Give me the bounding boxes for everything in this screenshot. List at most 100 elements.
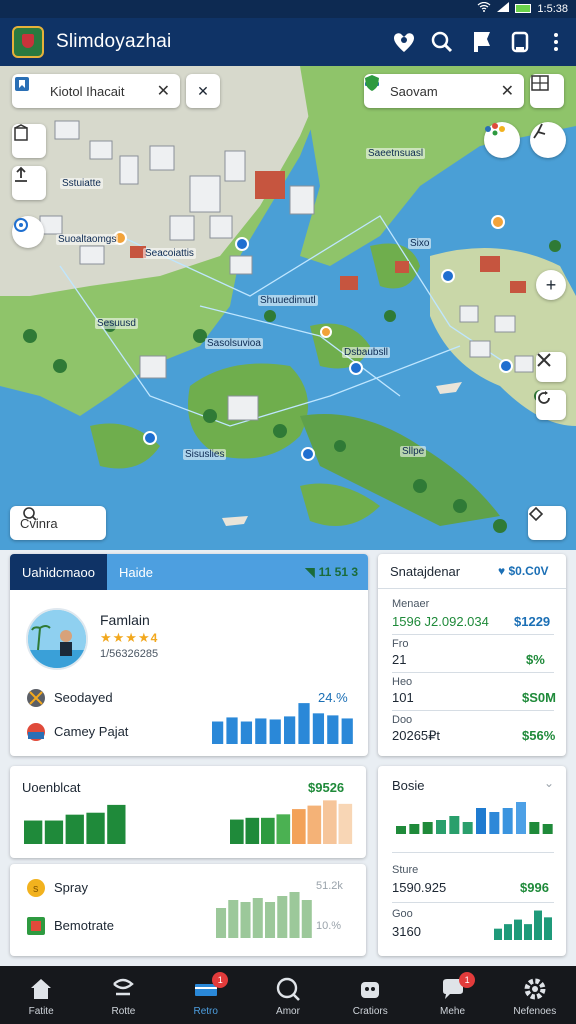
map-place-label[interactable]: Seacoiattis bbox=[143, 248, 196, 259]
colored-dots-icon bbox=[485, 123, 505, 136]
map-place-label[interactable]: Sasolsuvioa bbox=[205, 338, 263, 349]
add-marker-button[interactable]: + bbox=[536, 270, 566, 300]
tab-value-text: 11 51 3 bbox=[318, 565, 358, 579]
wifi-icon bbox=[477, 1, 491, 15]
clipboard-icon[interactable] bbox=[506, 28, 534, 56]
map-place-label[interactable]: Dsbaubsll bbox=[342, 347, 390, 358]
chart-bar bbox=[276, 814, 291, 844]
map-search-box[interactable]: Kiotol Ihacait ✕ bbox=[12, 74, 180, 108]
grid-map-icon bbox=[531, 75, 549, 91]
chart-bar bbox=[516, 802, 526, 834]
stats-bottom-bar-chart bbox=[494, 910, 552, 940]
nav-item-creators[interactable]: Cratiors bbox=[329, 966, 411, 1024]
nav-item-home[interactable]: Fatite bbox=[0, 966, 82, 1024]
map-place-label[interactable]: Sstuiatte bbox=[60, 178, 103, 189]
robot-icon bbox=[361, 982, 380, 998]
compass-icon bbox=[533, 123, 546, 139]
map-place-label[interactable]: Suoaltaomgs bbox=[56, 234, 119, 245]
status-time: 1:5:38 bbox=[537, 2, 568, 15]
tools-button[interactable] bbox=[536, 352, 566, 382]
person-photo bbox=[28, 610, 86, 668]
spray-value: 51.2k bbox=[316, 880, 343, 892]
nav-item-settings[interactable]: Nefenoes bbox=[494, 966, 576, 1024]
map-place-label[interactable]: Sesuusd bbox=[95, 318, 138, 329]
locate-button[interactable] bbox=[12, 216, 44, 248]
tab-overview[interactable]: Uahidcmaoo bbox=[10, 554, 107, 590]
svg-text:s: s bbox=[33, 883, 39, 895]
map-place-label[interactable]: Shuuedimutl bbox=[258, 295, 318, 306]
nav-item-retro[interactable]: 1 Retro bbox=[165, 966, 247, 1024]
chart-bar bbox=[252, 898, 263, 938]
summary-row-left: 21 bbox=[392, 652, 407, 667]
chart-bar bbox=[422, 822, 433, 834]
stats-row-left: 1590.925 bbox=[392, 880, 447, 895]
bookmark-icon bbox=[15, 77, 40, 101]
route-label: Camey Pajat bbox=[54, 724, 129, 739]
summary-row-right: $1229 bbox=[514, 614, 551, 629]
chart-bar bbox=[265, 902, 276, 938]
map-place-label[interactable]: Sisuslies bbox=[183, 449, 227, 460]
more-vert-icon[interactable] bbox=[542, 28, 570, 56]
plus-icon: + bbox=[545, 274, 557, 295]
place-search-box[interactable]: Cvinra bbox=[10, 506, 106, 540]
stats-row-label: Sture bbox=[392, 864, 419, 876]
stats-row-label: Goo bbox=[392, 908, 413, 920]
layers-button[interactable] bbox=[530, 74, 564, 108]
chart-bar bbox=[514, 919, 522, 940]
chart-bar bbox=[476, 808, 486, 834]
divider bbox=[392, 852, 554, 853]
chart-bar bbox=[240, 902, 251, 938]
chart-bar bbox=[245, 817, 260, 844]
summary-row-label: Doo bbox=[392, 714, 413, 726]
recenter-button[interactable] bbox=[528, 506, 566, 540]
map-view[interactable]: Sstuiatte Suoaltaomgs Seacoiattis Shuued… bbox=[0, 66, 576, 550]
profile-rating: ★★★★4 bbox=[100, 630, 157, 646]
summary-row-left: 1596 J2.092.034 bbox=[392, 614, 489, 629]
map-place-label[interactable]: Sllpe bbox=[400, 446, 427, 457]
flag-icon[interactable] bbox=[468, 28, 496, 56]
chart-bar bbox=[277, 896, 288, 938]
status-bar: 1:5:38 bbox=[0, 0, 576, 18]
sales-value: $9526 bbox=[308, 780, 345, 795]
rotate-button[interactable] bbox=[536, 390, 566, 420]
profile-name: Famlain bbox=[100, 612, 150, 628]
nav-item-route[interactable]: Rotte bbox=[82, 966, 164, 1024]
coin-icon: s bbox=[26, 878, 46, 898]
close-icon[interactable]: ✕ bbox=[501, 81, 514, 101]
map-place-label[interactable]: Saeetnsuasl bbox=[366, 148, 426, 159]
search-icon[interactable] bbox=[428, 28, 456, 56]
map-filter-input[interactable]: Saovam bbox=[390, 84, 501, 99]
tab-hide[interactable]: Haide bbox=[107, 554, 165, 590]
chart-bar bbox=[284, 716, 296, 744]
profile-panel: Uahidcmaoo Haide ◥ 11 51 3 Famlain ★★★★4… bbox=[10, 554, 368, 756]
nav-item-search[interactable]: Amor bbox=[247, 966, 329, 1024]
summary-row-right: $S0M bbox=[522, 690, 556, 705]
nav-item-messages[interactable]: 1 Mehe bbox=[411, 966, 493, 1024]
upload-tool-button[interactable] bbox=[12, 166, 46, 200]
close-icon[interactable]: ✕ bbox=[157, 81, 170, 101]
map-search-input[interactable]: Kiotol Ihacait bbox=[50, 84, 157, 99]
heart-pin-icon[interactable] bbox=[390, 28, 418, 56]
summary-row-right: $56% bbox=[522, 728, 556, 743]
stats-top-bar-chart bbox=[396, 802, 553, 834]
sales-panel: Uoenblcat $9526 bbox=[10, 766, 366, 858]
chart-bar bbox=[436, 820, 446, 834]
notification-badge: 1 bbox=[459, 972, 476, 988]
nav-label: Retro bbox=[193, 1006, 218, 1017]
compass-button[interactable] bbox=[530, 122, 566, 158]
rate-label: Bemotrate bbox=[54, 918, 114, 933]
map-place-label[interactable]: Sixo bbox=[408, 238, 432, 249]
chevron-down-icon[interactable]: ⌄ bbox=[544, 776, 554, 790]
sales-left-bar-chart bbox=[24, 804, 126, 844]
building-tool-button[interactable] bbox=[12, 124, 46, 158]
summary-header-value-text: $0.C0V bbox=[508, 564, 549, 578]
chart-bar bbox=[327, 715, 339, 744]
clear-button[interactable]: ✕ bbox=[186, 74, 220, 108]
notification-badge: 1 bbox=[212, 972, 229, 988]
map-filter-box[interactable]: Saovam ✕ bbox=[364, 74, 524, 108]
chart-bar bbox=[409, 824, 420, 834]
avatar[interactable] bbox=[26, 608, 88, 670]
google-apps-button[interactable] bbox=[484, 122, 520, 158]
chart-bar bbox=[396, 826, 406, 834]
search-icon bbox=[23, 507, 37, 521]
